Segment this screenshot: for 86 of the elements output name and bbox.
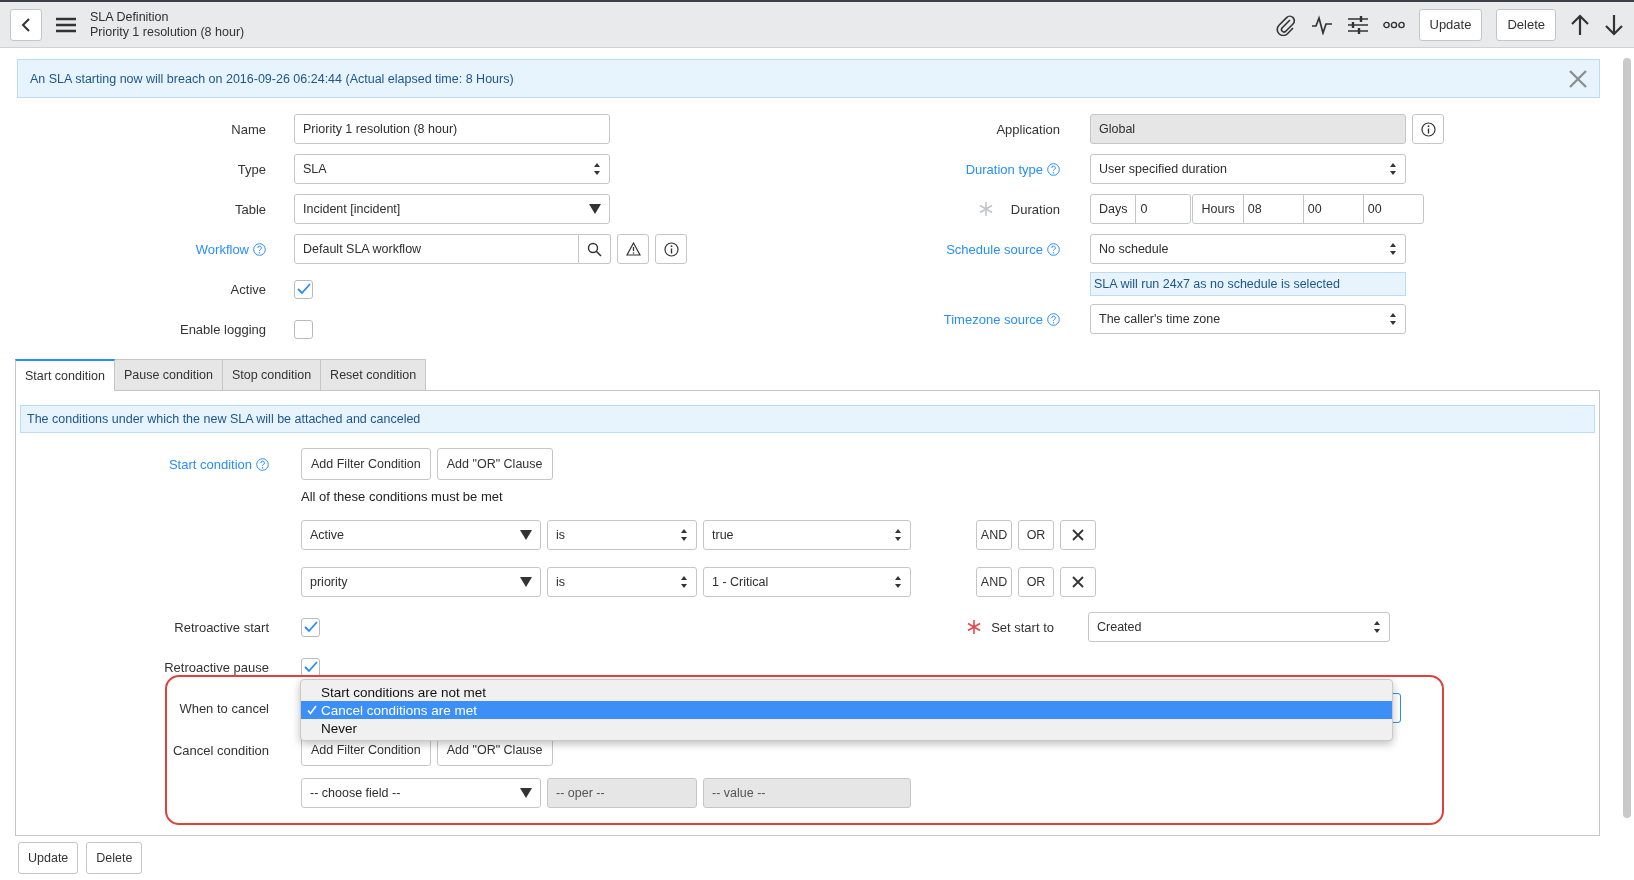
info-icon xyxy=(663,241,679,257)
scrollbar[interactable] xyxy=(1623,58,1631,818)
tab[interactable]: Stop condition xyxy=(221,359,322,390)
select-field[interactable]: No schedule xyxy=(1090,234,1406,264)
sliders-icon[interactable] xyxy=(1346,14,1369,35)
field-label: Type xyxy=(237,161,266,177)
select-field[interactable]: The caller's time zone xyxy=(1090,304,1406,334)
caret-down-icon xyxy=(520,576,532,587)
search-icon xyxy=(587,241,602,257)
info-button[interactable] xyxy=(655,234,687,264)
chevron-left-icon xyxy=(21,16,31,33)
check-icon xyxy=(307,705,317,715)
menu-icon[interactable] xyxy=(56,16,76,33)
form-title: SLA Definition xyxy=(90,9,170,25)
field-label: Set start to xyxy=(991,619,1054,635)
name-field[interactable]: Priority 1 resolution (8 hour) xyxy=(294,114,610,144)
warning-button[interactable] xyxy=(617,234,649,264)
caret-down-icon xyxy=(589,204,601,214)
table-select[interactable]: Incident [incident] xyxy=(294,194,610,224)
field-label: Duration xyxy=(1010,201,1060,217)
menu-option[interactable]: Start conditions are not met xyxy=(301,683,1392,701)
and-button[interactable]: AND xyxy=(976,519,1012,550)
tab[interactable]: Start condition xyxy=(15,359,115,391)
help-icon[interactable] xyxy=(253,242,266,256)
help-icon[interactable] xyxy=(1047,312,1060,326)
caret-down-icon xyxy=(520,529,532,540)
field-label: Cancel condition xyxy=(172,742,269,758)
application-field: Global xyxy=(1090,114,1406,144)
field-label: Retroactive pause xyxy=(164,659,269,675)
info-icon xyxy=(1420,121,1436,137)
tab[interactable]: Pause condition xyxy=(113,359,223,390)
operator-select[interactable]: is xyxy=(547,566,697,597)
search-button[interactable] xyxy=(579,234,611,264)
conditions-summary: All of these conditions must be met xyxy=(301,488,503,504)
menu-option[interactable]: Never xyxy=(301,719,1392,737)
record-name: Priority 1 resolution (8 hour) xyxy=(90,24,245,40)
up-arrow-icon[interactable] xyxy=(1570,13,1590,36)
filter-button[interactable]: Add "OR" Clause xyxy=(436,448,553,480)
value-select[interactable]: true xyxy=(703,519,911,550)
condition-field-select[interactable]: Active xyxy=(301,519,541,550)
activity-icon[interactable] xyxy=(1310,14,1333,35)
caret-down-icon xyxy=(520,787,532,798)
field-label: Enable logging xyxy=(179,321,266,337)
close-icon xyxy=(1072,528,1084,541)
schedule-note: SLA will run 24x7 as no schedule is selected xyxy=(1090,272,1406,296)
more-icon[interactable] xyxy=(1382,20,1405,29)
help-icon[interactable] xyxy=(256,457,269,471)
and-button[interactable]: AND xyxy=(976,566,1012,597)
field-label: Active xyxy=(230,281,266,297)
condition-field-select[interactable]: -- choose field -- xyxy=(301,777,541,808)
down-arrow-icon[interactable] xyxy=(1604,13,1624,36)
header-button[interactable]: Update xyxy=(1418,8,1483,41)
filter-button[interactable]: Add Filter Condition xyxy=(301,448,431,480)
tab[interactable]: Reset condition xyxy=(320,359,427,390)
or-button[interactable]: OR xyxy=(1018,519,1054,550)
value-select[interactable]: 1 - Critical xyxy=(703,566,911,597)
help-icon[interactable] xyxy=(1047,242,1060,256)
info-button[interactable] xyxy=(1412,114,1444,144)
field-label: Name xyxy=(231,121,266,137)
select-field[interactable]: User specified duration xyxy=(1090,154,1406,184)
or-button[interactable]: OR xyxy=(1018,566,1054,597)
operator-select[interactable]: is xyxy=(547,519,697,550)
back-button[interactable] xyxy=(10,8,42,41)
set-start-select[interactable]: Created xyxy=(1088,612,1390,642)
paperclip-icon[interactable] xyxy=(1274,13,1297,36)
type-select[interactable]: SLA xyxy=(294,154,610,184)
field-label: Table xyxy=(234,201,266,217)
close-icon xyxy=(1072,575,1084,588)
conditions-info: The conditions under which the new SLA will be attached and canceled xyxy=(20,405,1595,433)
checkbox[interactable] xyxy=(301,617,320,637)
checkbox[interactable] xyxy=(294,319,313,339)
remove-button[interactable] xyxy=(1060,566,1096,597)
field-label: Retroactive start xyxy=(174,619,269,635)
field-label: Application xyxy=(996,121,1060,137)
help-icon[interactable] xyxy=(1047,162,1060,176)
close-icon[interactable] xyxy=(1569,69,1587,88)
checkbox[interactable] xyxy=(294,279,313,299)
workflow-field[interactable]: Default SLA workflow xyxy=(294,234,579,264)
breach-message: An SLA starting now will breach on 2016-09-26 06:24:44 (Actual elapsed time: 8 Hours) xyxy=(30,71,514,86)
warning-icon xyxy=(625,242,641,256)
header-button[interactable]: Delete xyxy=(1496,8,1556,41)
condition-field-select[interactable]: priority xyxy=(301,566,541,597)
field-label: When to cancel xyxy=(179,700,269,716)
footer-button[interactable]: Delete xyxy=(86,842,143,874)
footer-button[interactable]: Update xyxy=(18,842,79,874)
remove-button[interactable] xyxy=(1060,519,1096,550)
